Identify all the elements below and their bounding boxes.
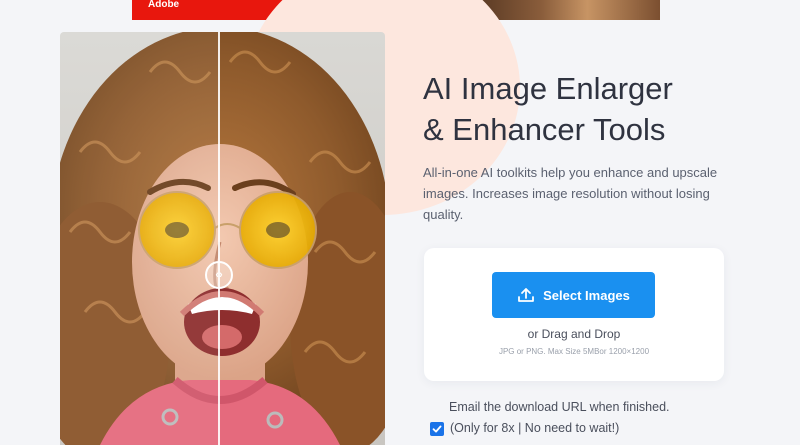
- title-line-1: AI Image Enlarger: [423, 71, 673, 106]
- left-right-arrows-icon: ‹›: [215, 269, 223, 281]
- title-line-2: & Enhancer Tools: [423, 112, 666, 147]
- upload-icon: [518, 288, 535, 302]
- email-option-label: Email the download URL when finished.: [449, 400, 670, 414]
- page-description: All-in-one AI toolkits help you enhance …: [423, 165, 718, 222]
- select-images-button[interactable]: Select Images: [492, 272, 655, 318]
- portrait-illustration: [60, 32, 385, 445]
- before-after-image[interactable]: ‹›: [60, 32, 385, 445]
- file-requirements-hint: JPG or PNG. Max Size 5MBor 1200×1200: [498, 347, 650, 356]
- ad-brand-label: Adobe: [148, 0, 180, 10]
- checkmark-icon: [432, 425, 442, 433]
- compare-divider[interactable]: [218, 32, 220, 445]
- compare-slider-handle[interactable]: ‹›: [205, 261, 233, 289]
- upload-dropzone[interactable]: Select Images or Drag and Drop JPG or PN…: [424, 248, 724, 381]
- ad-image: [478, 0, 660, 20]
- select-images-label: Select Images: [543, 287, 630, 303]
- email-checkbox-label[interactable]: (Only for 8x | No need to wait!): [450, 421, 619, 435]
- page-title: AI Image Enlarger & Enhancer Tools: [423, 68, 763, 150]
- drag-drop-text: or Drag and Drop: [527, 327, 621, 341]
- email-checkbox[interactable]: [430, 422, 444, 436]
